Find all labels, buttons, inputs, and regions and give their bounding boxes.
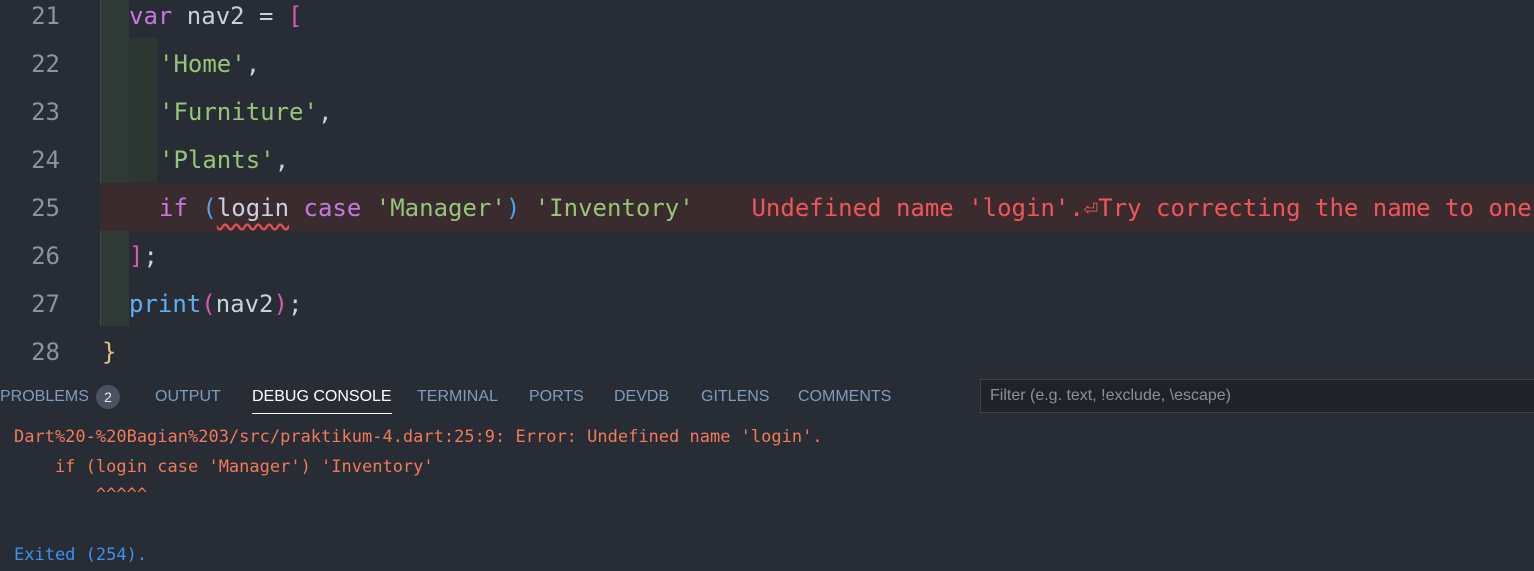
code-token: } (102, 338, 117, 366)
code-token: var (129, 2, 173, 30)
code-token: ( (202, 194, 217, 222)
tab-output[interactable]: OUTPUT (155, 376, 221, 418)
console-error-line: Dart%20-%20Bagian%203/src/praktikum-4.da… (14, 427, 823, 447)
code-token: ) (273, 290, 288, 318)
line-number: 26 (31, 242, 60, 270)
line-number: 24 (31, 146, 60, 174)
code-text: ]; (129, 240, 158, 272)
code-token: 'Home' (159, 50, 246, 78)
line-number: 27 (31, 290, 60, 318)
tab-ports[interactable]: PORTS (529, 376, 584, 418)
code-token: [ (287, 2, 303, 30)
tab-devdb[interactable]: DEVDB (614, 376, 669, 418)
code-text: var nav2 = [ (129, 0, 302, 32)
code-token: , (245, 50, 261, 78)
code-line[interactable]: 21 var nav2 = [ (0, 0, 1534, 48)
code-token: nav2 = (172, 2, 288, 30)
code-token: 'Plants' (159, 146, 275, 174)
line-number: 25 (31, 194, 60, 222)
code-line[interactable]: 28} (0, 336, 1534, 376)
code-token: 'Inventory' (534, 194, 694, 222)
line-number: 28 (31, 338, 60, 366)
problems-count-badge: 2 (96, 385, 120, 409)
console-filter-input[interactable]: Filter (e.g. text, !exclude, \escape) (980, 379, 1534, 413)
line-number: 21 (31, 2, 60, 30)
code-line[interactable]: 27 print(nav2); (0, 288, 1534, 336)
tab-problems[interactable]: PROBLEMS (0, 376, 89, 418)
line-number: 22 (31, 50, 60, 78)
code-token: ; (287, 290, 303, 318)
code-token: 'Furniture' (159, 98, 318, 126)
code-text: if (login case 'Manager') 'Inventory' Un… (159, 192, 1532, 224)
code-line[interactable]: 23 'Furniture', (0, 96, 1534, 144)
inline-error-message: Undefined name 'login'.⏎Try correcting t… (693, 194, 1532, 222)
code-token: ; (143, 242, 158, 270)
code-line[interactable]: 22 'Home', (0, 48, 1534, 96)
code-text: 'Home', (159, 48, 260, 80)
code-token: if (159, 194, 188, 222)
code-editor[interactable]: 21 var nav2 = [22 'Home', 23 'Furniture', 24 '… (0, 0, 1534, 376)
console-exit-line: Exited (254). (14, 545, 148, 565)
code-token: ] (129, 242, 144, 270)
tab-gitlens[interactable]: GITLENS (701, 376, 769, 418)
code-token: case (289, 194, 376, 222)
code-token: login (216, 194, 290, 222)
code-text: 'Furniture', (159, 96, 332, 128)
code-line[interactable]: 26]; (0, 240, 1534, 288)
tab-comments[interactable]: COMMENTS (798, 376, 891, 418)
code-token: , (317, 98, 333, 126)
code-token: print (129, 290, 202, 318)
line-number: 23 (31, 98, 60, 126)
code-line[interactable]: 25 if (login case 'Manager') 'Inventory' … (0, 192, 1534, 240)
debug-console-output: Dart%20-%20Bagian%203/src/praktikum-4.da… (0, 418, 1534, 571)
code-text: } (102, 336, 116, 368)
console-code-line: if (login case 'Manager') 'Inventory' (14, 457, 434, 477)
code-token: 'Manager' (375, 194, 506, 222)
tab-debug-console[interactable]: DEBUG CONSOLE (252, 376, 392, 418)
tab-terminal[interactable]: TERMINAL (417, 376, 498, 418)
code-token: , (274, 146, 290, 174)
code-line[interactable]: 24 'Plants', (0, 144, 1534, 192)
code-text: print(nav2); (129, 288, 302, 320)
code-token: nav2 (215, 290, 274, 318)
console-caret-line: ^^^^^ (14, 485, 148, 505)
code-token: ) (505, 194, 521, 222)
code-text: 'Plants', (159, 144, 289, 176)
code-token: ( (201, 290, 216, 318)
